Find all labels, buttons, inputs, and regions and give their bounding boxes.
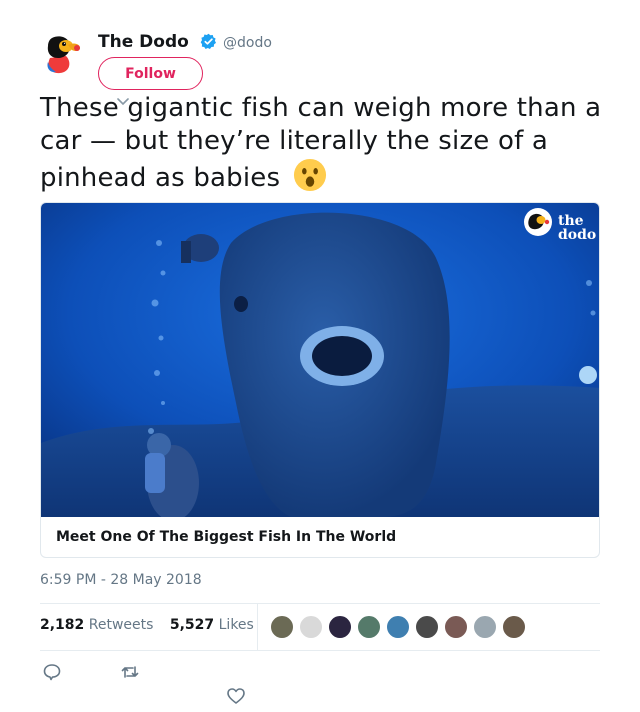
video-thumbnail[interactable]: the dodo — [41, 203, 600, 517]
retweets-label: Retweets — [88, 617, 154, 633]
liker-avatar-8[interactable] — [473, 615, 497, 639]
liker-avatar-9[interactable] — [502, 615, 526, 639]
follow-button[interactable]: Follow — [98, 57, 203, 90]
likes-stat[interactable]: 5,527 Likes — [170, 617, 254, 633]
card-title[interactable]: Meet One Of The Biggest Fish In The Worl… — [56, 529, 396, 545]
link-card[interactable]: the dodo Meet One Of The Biggest Fish In… — [40, 202, 600, 558]
retweet-icon[interactable] — [120, 662, 140, 682]
user-handle[interactable]: @dodo — [223, 35, 272, 51]
tweet-stats: 2,182 Retweets 5,527 Likes — [40, 617, 254, 633]
liker-avatar-4[interactable] — [357, 615, 381, 639]
likes-label: Likes — [218, 617, 254, 633]
liker-avatar-3[interactable] — [328, 615, 352, 639]
divider-bottom — [40, 650, 600, 651]
likes-count: 5,527 — [169, 617, 215, 633]
stats-divider — [257, 604, 258, 650]
liker-avatar-2[interactable] — [299, 615, 323, 639]
liker-avatar-1[interactable] — [270, 615, 294, 639]
tweet-text: These gigantic fish can weigh more than … — [40, 92, 610, 195]
retweets-stat[interactable]: 2,182 Retweets — [40, 617, 153, 633]
user-name[interactable]: The Dodo — [98, 32, 189, 52]
retweets-count: 2,182 — [40, 617, 85, 633]
astonished-face-emoji-icon — [293, 158, 326, 192]
tweet-timestamp[interactable]: 6:59 PM - 28 May 2018 — [40, 572, 202, 588]
divider-top — [40, 603, 600, 604]
liker-avatar-7[interactable] — [444, 615, 468, 639]
svg-text:dodo: dodo — [558, 227, 596, 243]
liker-avatar-6[interactable] — [415, 615, 439, 639]
liker-avatars — [270, 615, 531, 639]
liker-avatar-5[interactable] — [386, 615, 410, 639]
heart-icon[interactable] — [226, 686, 246, 706]
dodo-avatar[interactable] — [40, 32, 84, 76]
reply-icon[interactable] — [42, 662, 62, 682]
verified-badge-icon — [200, 33, 217, 50]
